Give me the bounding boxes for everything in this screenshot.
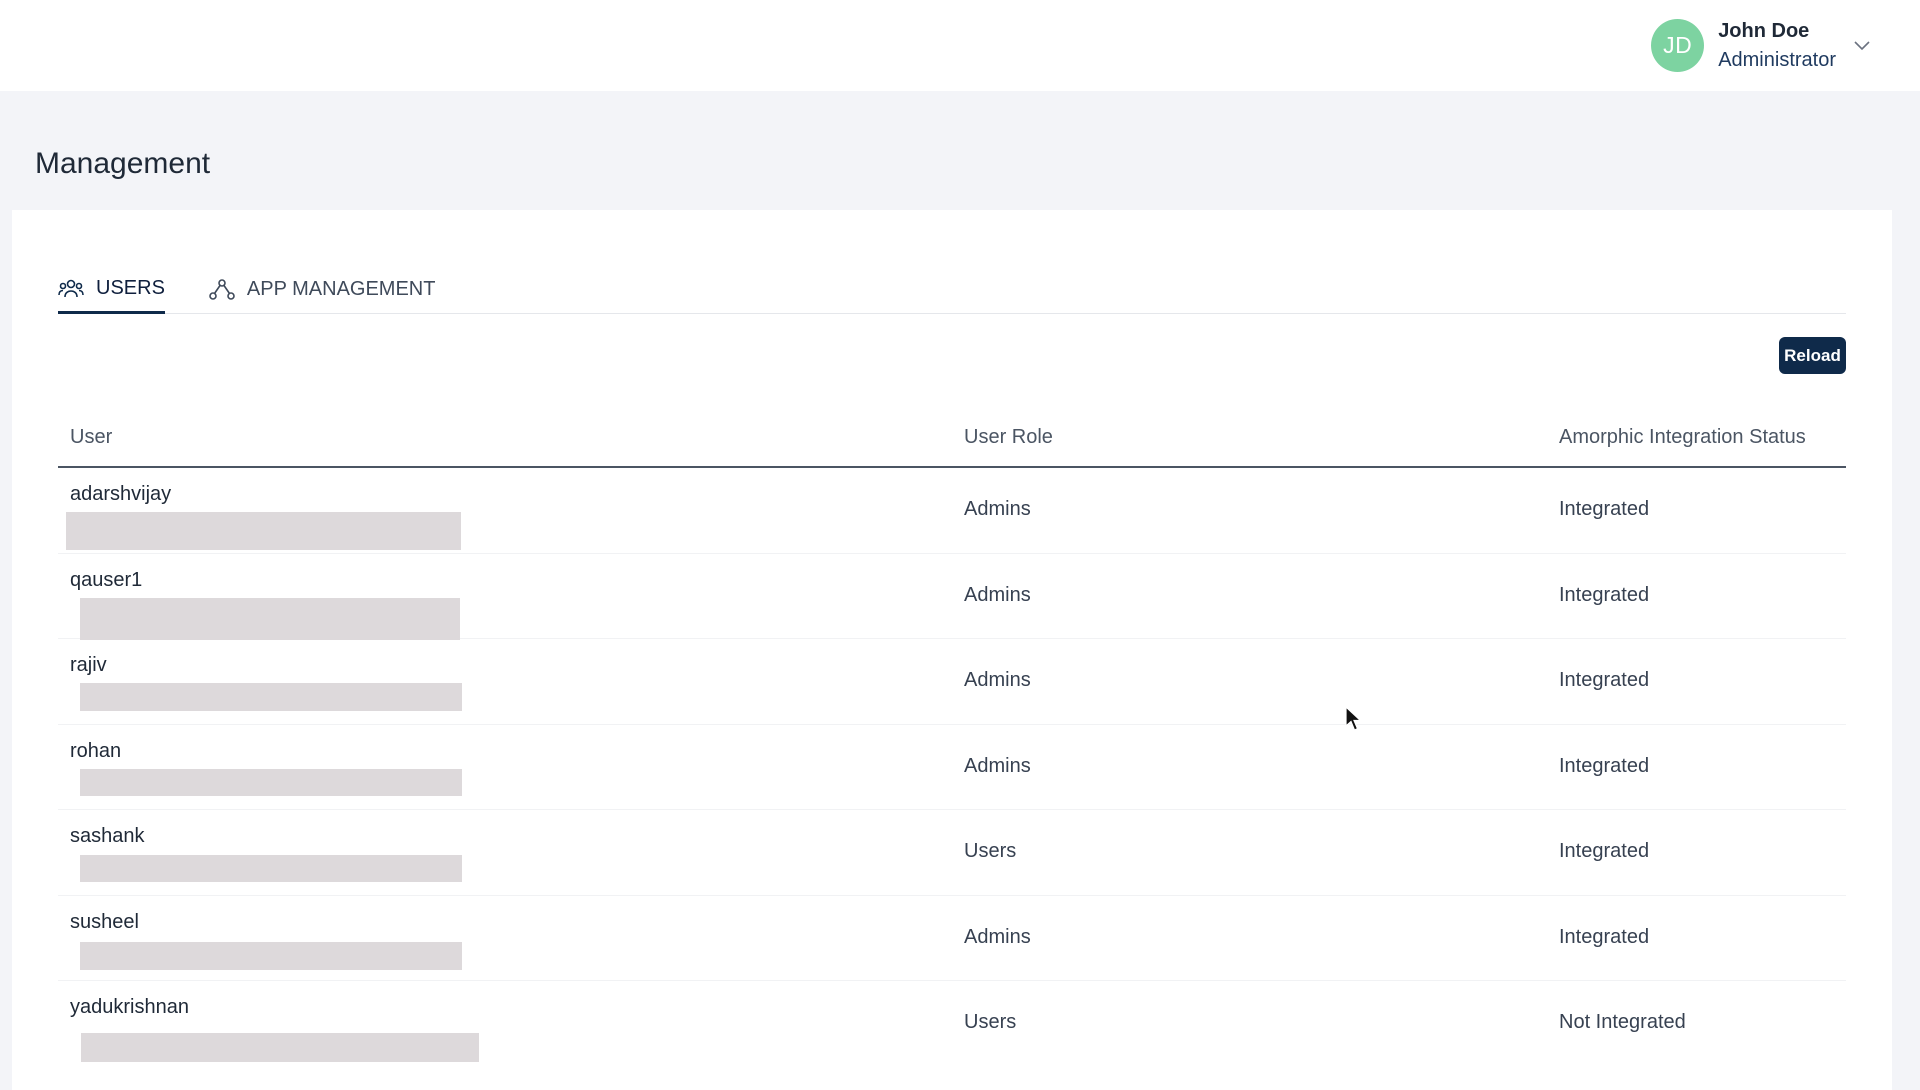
user-role: Administrator [1718, 48, 1836, 71]
role-cell: Admins [964, 583, 1031, 606]
status-cell: Integrated [1559, 754, 1650, 777]
table-row[interactable]: adarshvijay Admins Integrated [58, 468, 1846, 554]
status-cell: Not Integrated [1559, 1011, 1686, 1033]
column-header-user-role[interactable]: User Role [964, 426, 1053, 449]
page-title: Management [35, 147, 211, 180]
management-card: USERS APP MANAGEMENT Reload User User Ro… [12, 210, 1892, 1090]
table-row[interactable]: rajiv Admins Integrated [58, 639, 1846, 725]
table-header: User User Role Amorphic Integration Stat… [58, 402, 1846, 468]
user-cell: susheel [70, 910, 139, 933]
table-row[interactable]: qauser1 Admins Integrated [58, 554, 1846, 640]
redacted-email [80, 855, 462, 882]
table-row[interactable]: yadukrishnan Users Not Integrated [58, 981, 1846, 1067]
users-table: User User Role Amorphic Integration Stat… [58, 402, 1846, 1067]
user-cell: qauser1 [70, 568, 143, 591]
reload-button[interactable]: Reload [1779, 337, 1846, 374]
app-management-icon [209, 278, 235, 300]
column-header-integration-status[interactable]: Amorphic Integration Status [1559, 426, 1806, 449]
role-cell: Admins [964, 925, 1031, 948]
status-cell: Integrated [1559, 669, 1650, 691]
tab-bar: USERS APP MANAGEMENT [58, 266, 1846, 314]
mouse-cursor-icon [1345, 705, 1363, 737]
tab-label: APP MANAGEMENT [246, 277, 436, 300]
top-bar: JD John Doe Administrator [0, 0, 1920, 91]
redacted-email [66, 512, 461, 550]
redacted-email [80, 683, 462, 711]
user-name: John Doe [1718, 19, 1810, 42]
user-menu[interactable]: JD John Doe Administrator [1651, 18, 1872, 73]
redacted-email [80, 597, 460, 640]
status-cell: Integrated [1559, 925, 1650, 948]
user-cell: adarshvijay [70, 483, 172, 505]
chevron-down-icon[interactable] [1854, 37, 1872, 55]
redacted-email [80, 941, 462, 970]
user-cell: rohan [70, 739, 122, 762]
avatar: JD [1651, 19, 1705, 72]
tab-users[interactable]: USERS [58, 266, 165, 314]
table-row[interactable]: sashank Users Integrated [58, 810, 1846, 896]
user-cell: rajiv [70, 654, 107, 676]
status-cell: Integrated [1559, 498, 1650, 520]
redacted-email [80, 768, 462, 796]
role-cell: Admins [964, 669, 1031, 691]
status-cell: Integrated [1559, 840, 1650, 862]
table-row[interactable]: susheel Admins Integrated [58, 896, 1846, 981]
users-icon [58, 278, 84, 300]
user-cell: sashank [70, 825, 145, 847]
user-cell: yadukrishnan [70, 996, 189, 1018]
role-cell: Users [964, 1011, 1017, 1033]
tab-app-management[interactable]: APP MANAGEMENT [209, 266, 436, 312]
column-header-user[interactable]: User [70, 426, 112, 449]
role-cell: Users [964, 840, 1017, 862]
role-cell: Admins [964, 498, 1031, 520]
table-row[interactable]: rohan Admins Integrated [58, 725, 1846, 810]
user-info: John Doe Administrator [1718, 17, 1836, 75]
tab-label: USERS [96, 277, 165, 299]
role-cell: Admins [964, 754, 1031, 777]
status-cell: Integrated [1559, 583, 1650, 606]
redacted-email [81, 1033, 479, 1062]
